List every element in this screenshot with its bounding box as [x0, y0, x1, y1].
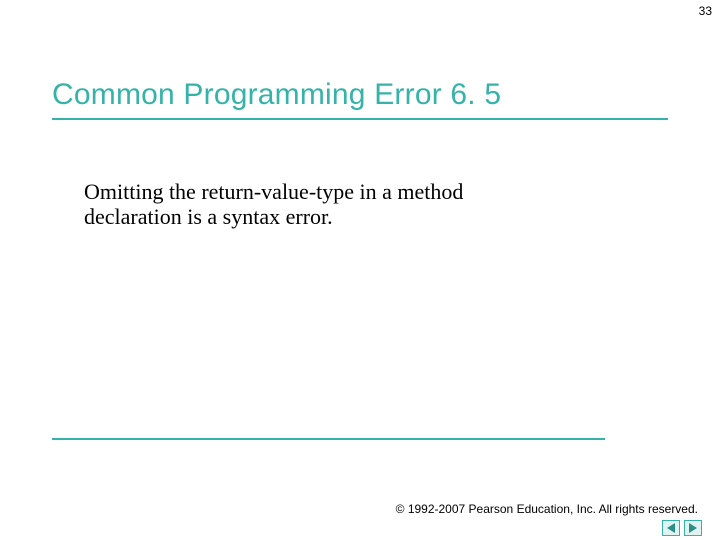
next-button[interactable] — [684, 520, 702, 536]
body-text: Omitting the return-value-type in a meth… — [84, 179, 554, 230]
nav-controls — [662, 520, 702, 536]
prev-button[interactable] — [662, 520, 680, 536]
slide-title: Common Programming Error 6. 5 — [52, 78, 501, 112]
bottom-rule — [52, 438, 605, 440]
page-number: 33 — [699, 4, 712, 18]
copyright-text: © 1992-2007 Pearson Education, Inc. All … — [396, 502, 698, 516]
triangle-right-icon — [689, 523, 697, 533]
slide: 33 Common Programming Error 6. 5 Omittin… — [0, 0, 720, 540]
title-underline — [52, 118, 668, 120]
triangle-left-icon — [667, 523, 675, 533]
